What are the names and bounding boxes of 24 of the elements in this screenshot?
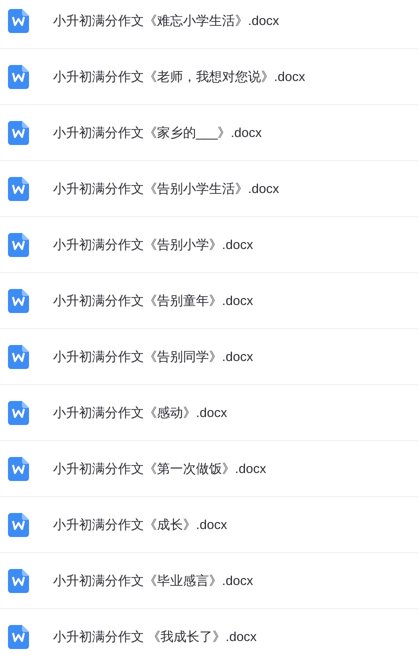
file-name[interactable]: 小升初满分作文《毕业感言》.docx (53, 570, 254, 590)
word-document-icon (8, 624, 29, 648)
word-document-icon (8, 344, 29, 368)
word-document-icon (8, 8, 29, 32)
file-name[interactable]: 小升初满分作文《感动》.docx (53, 402, 228, 422)
word-document-icon (8, 288, 29, 312)
word-document-icon (8, 64, 29, 88)
file-name[interactable]: 小升初满分作文《难忘小学生活》.docx (53, 10, 280, 30)
file-name[interactable]: 小升初满分作文《告别小学》.docx (53, 234, 254, 254)
word-document-icon (8, 232, 29, 256)
file-name[interactable]: 小升初满分作文《第一次做饭》.docx (53, 458, 266, 478)
word-document-icon (8, 568, 29, 592)
word-document-icon (8, 512, 29, 536)
file-name[interactable]: 小升初满分作文《老师，我想对您说》.docx (53, 66, 306, 86)
file-name[interactable]: 小升初满分作文《成长》.docx (53, 514, 228, 534)
file-name[interactable]: 小升初满分作文《告别同学》.docx (53, 346, 254, 366)
file-name[interactable]: 小升初满分作文《告别童年》.docx (53, 290, 254, 310)
word-document-icon (8, 456, 29, 480)
file-name[interactable]: 小升初满分作文《告别小学生活》.docx (53, 178, 280, 198)
word-document-icon (8, 120, 29, 144)
word-document-icon (8, 400, 29, 424)
file-name[interactable]: 小升初满分作文《家乡的___》.docx (53, 122, 262, 142)
word-document-icon (8, 176, 29, 200)
file-name[interactable]: 小升初满分作文 《我成长了》.docx (53, 626, 257, 646)
